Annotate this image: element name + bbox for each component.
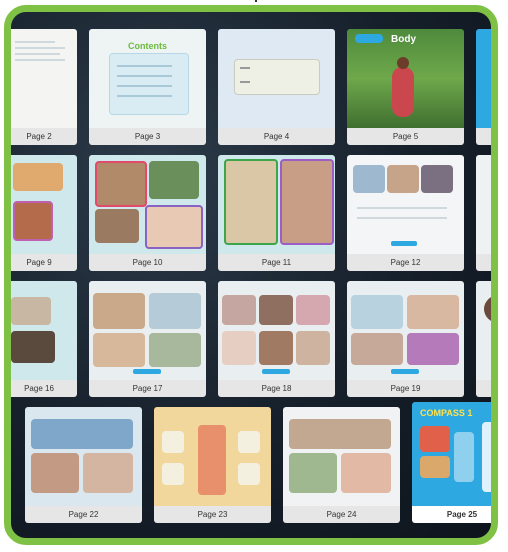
page-label: Page 10	[89, 254, 206, 271]
page-thumbnail-19[interactable]: Page 19	[347, 281, 464, 397]
top-dot	[255, 0, 257, 2]
page-label: Page 12	[347, 254, 464, 271]
page-thumbnail-6-partial[interactable]	[476, 29, 491, 145]
page-label: Page 24	[283, 506, 400, 523]
page-label: Page 25	[412, 506, 491, 523]
contents-heading: Contents	[128, 41, 167, 51]
page-thumbnail-10[interactable]: Page 10	[89, 155, 206, 271]
page-thumbnail-9[interactable]: Page 9	[11, 155, 77, 271]
page-label: Page 23	[154, 506, 271, 523]
page-label: Page 4	[218, 128, 335, 145]
page-thumbnail-2[interactable]: Page 2	[11, 29, 77, 145]
page-thumbnail-20-partial[interactable]	[476, 281, 491, 397]
page-thumbnail-12[interactable]: Page 12	[347, 155, 464, 271]
body-heading: Body	[391, 34, 416, 45]
page-thumbnail-22[interactable]: Page 22	[25, 407, 142, 523]
page-thumbnail-23[interactable]: Page 23	[154, 407, 271, 523]
page-thumbnail-16[interactable]: Page 16	[11, 281, 77, 397]
page-label: Page 2	[11, 128, 77, 145]
page-label: Page 19	[347, 380, 464, 397]
page-label: Page 17	[89, 380, 206, 397]
page-label: Page 9	[11, 254, 77, 271]
page-label: Page 5	[347, 128, 464, 145]
page-thumbnail-25-selected[interactable]: COMPASS 1 Page 25	[412, 402, 491, 523]
page-thumbnail-11[interactable]: Page 11	[218, 155, 335, 271]
page-thumbnail-13-partial[interactable]	[476, 155, 491, 271]
page-label: Page 3	[89, 128, 206, 145]
compass-heading: COMPASS 1	[420, 408, 473, 418]
page-grid-panel: Page 2 Contents Page 3 Page 4 Body Page …	[4, 5, 498, 545]
page-label: Page 22	[25, 506, 142, 523]
page-label: Page 18	[218, 380, 335, 397]
page-thumbnail-4[interactable]: Page 4	[218, 29, 335, 145]
page-label: Page 11	[218, 254, 335, 271]
page-thumbnail-17[interactable]: Page 17	[89, 281, 206, 397]
page-thumbnail-18[interactable]: Page 18	[218, 281, 335, 397]
page-thumbnail-5[interactable]: Body Page 5	[347, 29, 464, 145]
page-thumbnail-3[interactable]: Contents Page 3	[89, 29, 206, 145]
page-label: Page 16	[11, 380, 77, 397]
page-thumbnail-24[interactable]: Page 24	[283, 407, 400, 523]
